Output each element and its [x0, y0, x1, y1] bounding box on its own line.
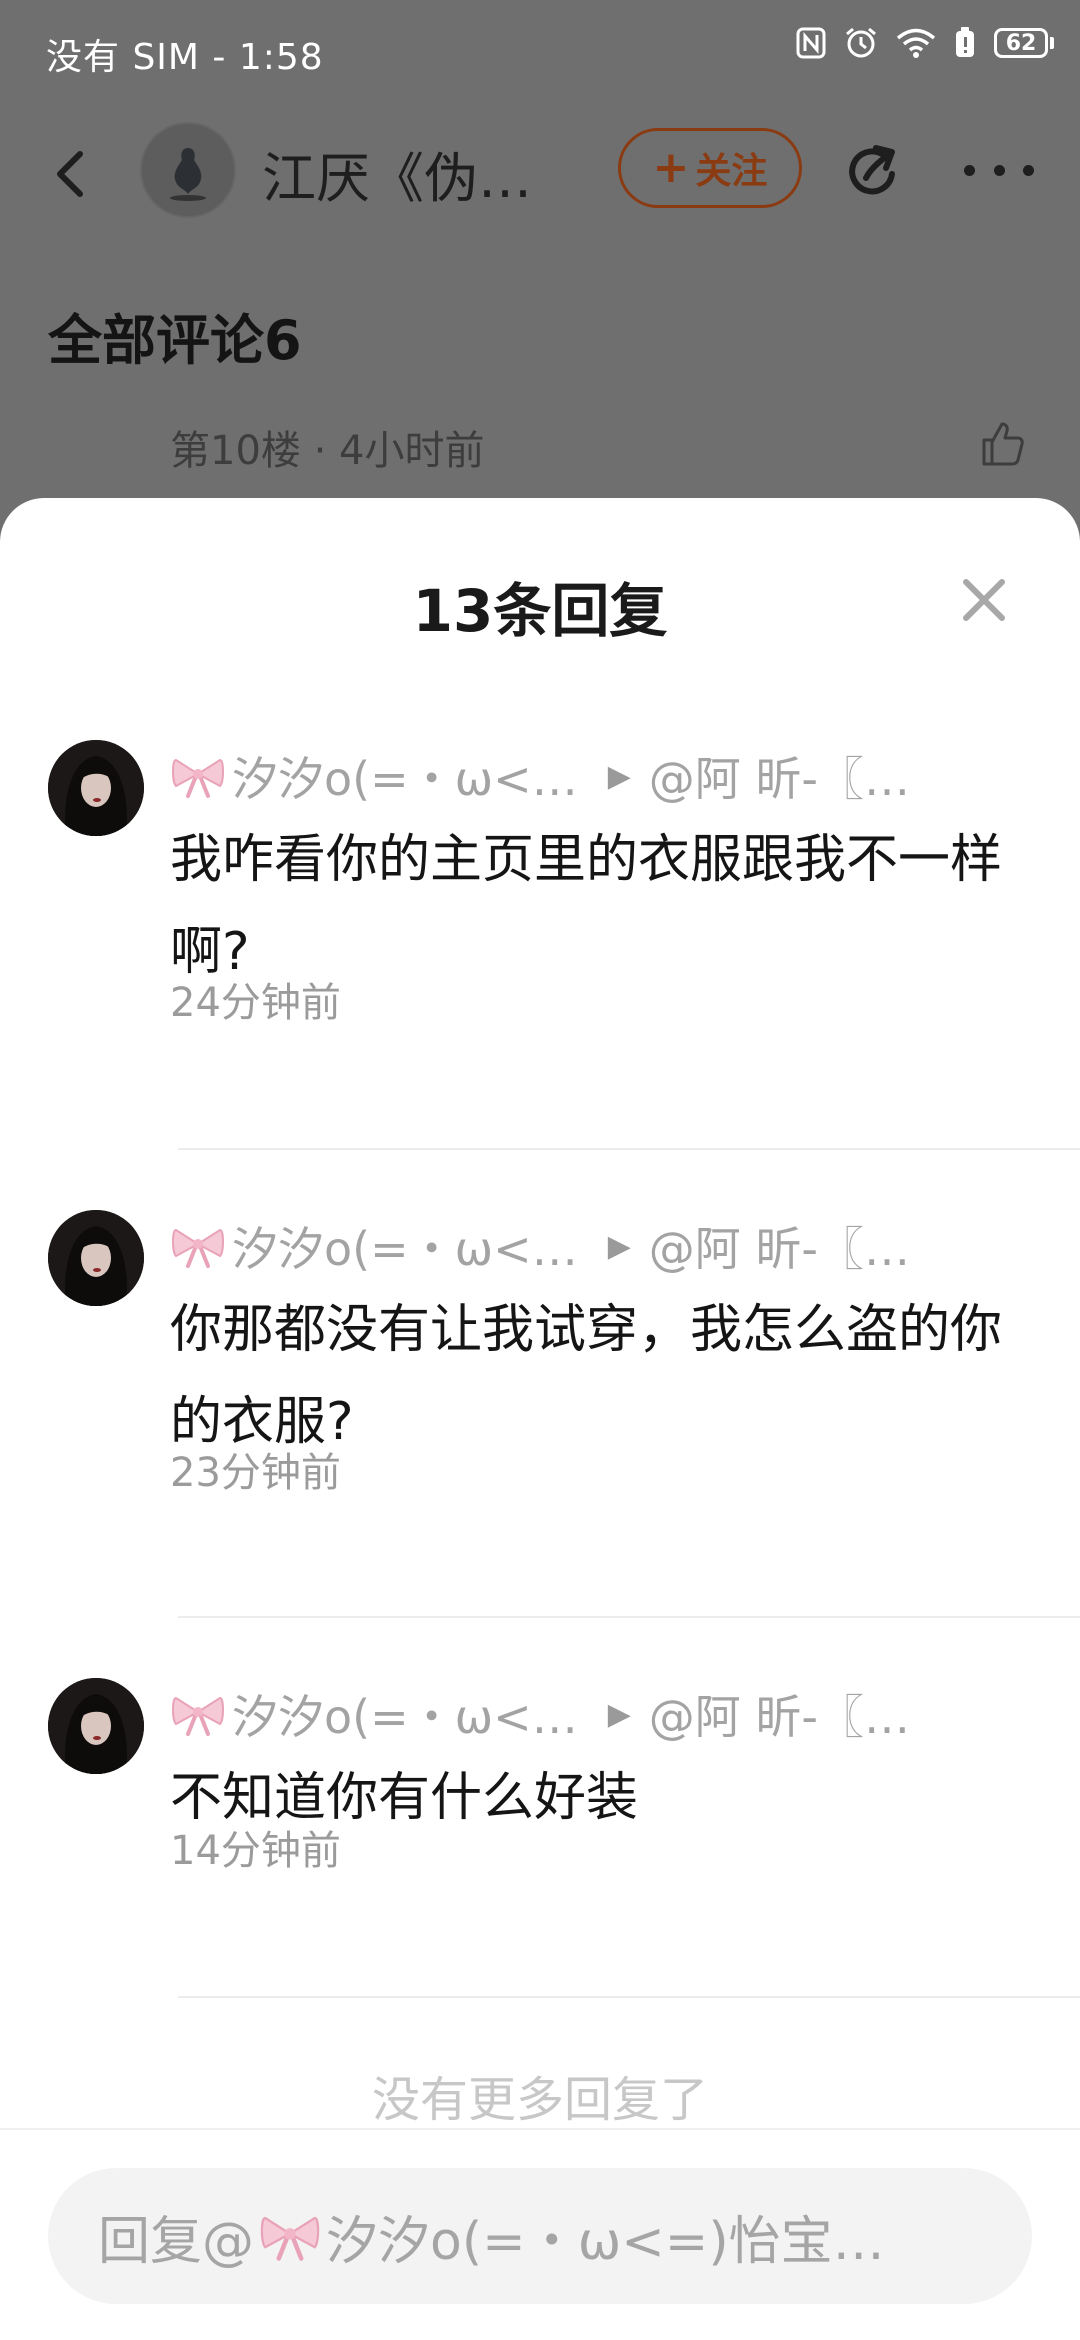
back-arrow-icon[interactable] — [46, 144, 96, 204]
pink-bow-icon — [172, 1696, 224, 1736]
reply-username[interactable]: 汐汐o(=・ω<… — [232, 1681, 578, 1747]
close-icon[interactable] — [958, 574, 1010, 626]
top-bar: 江厌《伪… + 关注 — [0, 110, 1080, 230]
floor-meta: 第10楼 · 4小时前 — [170, 428, 485, 474]
status-text: 没有 SIM - 1:58 — [46, 37, 324, 78]
replies-sheet: 13条回复 汐汐o(=・ω<… ▶ @阿 昕-〖… 我咋看你的主页里的衣服跟我不… — [0, 498, 1080, 2340]
reply-input[interactable]: 回复@ 汐汐o(=・ω<=)怡宝… — [48, 2168, 1032, 2304]
more-options-icon[interactable] — [964, 160, 1034, 180]
author-avatar[interactable] — [140, 122, 236, 218]
plus-icon: + — [652, 142, 690, 193]
pink-bow-icon — [172, 758, 224, 798]
reply-time: 23分钟前 — [170, 1450, 341, 1496]
divider — [0, 2128, 1080, 2130]
comments-section-title: 全部评论6 — [48, 309, 302, 372]
alarm-icon — [846, 27, 876, 58]
avatar[interactable] — [48, 1678, 144, 1774]
reply-username[interactable]: 汐汐o(=・ω<… — [232, 743, 578, 809]
reply-to-arrow-icon: ▶ — [607, 1228, 631, 1264]
reply-target-user[interactable]: @阿 昕-〖… — [649, 1681, 910, 1747]
battery-saver-icon — [956, 27, 974, 57]
reply-to-arrow-icon: ▶ — [607, 758, 631, 794]
divider — [178, 1148, 1080, 1150]
nfc-icon — [796, 27, 826, 59]
reply-header: 汐汐o(=・ω<… ▶ @阿 昕-〖… — [170, 1218, 1030, 1276]
follow-button[interactable]: + 关注 — [618, 128, 802, 208]
reply-target-user[interactable]: @阿 昕-〖… — [649, 1213, 910, 1279]
avatar[interactable] — [48, 740, 144, 836]
sheet-title: 13条回复 — [412, 577, 668, 645]
reply-header: 汐汐o(=・ω<… ▶ @阿 昕-〖… — [170, 748, 1030, 806]
reply-input-placeholder: 汐汐o(=・ω<=)怡宝… — [326, 2211, 885, 2272]
divider — [178, 1996, 1080, 1998]
status-icons: 62 — [796, 26, 1054, 60]
divider — [178, 1616, 1080, 1618]
pink-bow-icon — [260, 2216, 320, 2261]
reply-target-user[interactable]: @阿 昕-〖… — [649, 743, 910, 809]
author-name[interactable]: 江厌《伪… — [262, 134, 532, 213]
battery-icon: 62 — [994, 28, 1054, 58]
follow-label: 关注 — [695, 151, 768, 192]
reply-header: 汐汐o(=・ω<… ▶ @阿 昕-〖… — [170, 1686, 1030, 1744]
battery-level: 62 — [994, 28, 1048, 58]
no-more-replies-label: 没有更多回复了 — [371, 2072, 708, 2128]
share-icon[interactable] — [842, 140, 906, 204]
reply-time: 14分钟前 — [170, 1828, 341, 1874]
reply-to-arrow-icon: ▶ — [607, 1696, 631, 1732]
background-page: 没有 SIM - 1:58 62 江厌《伪… + 关注 全部评论6 第10楼 ·… — [0, 0, 1080, 560]
pink-bow-icon — [172, 1228, 224, 1268]
thumbs-up-icon[interactable] — [978, 420, 1026, 468]
wifi-icon — [896, 28, 936, 58]
avatar[interactable] — [48, 1210, 144, 1306]
reply-time: 24分钟前 — [170, 980, 341, 1026]
reply-input-prefix: 回复@ — [98, 2211, 255, 2272]
status-bar: 没有 SIM - 1:58 62 — [0, 0, 1080, 100]
reply-username[interactable]: 汐汐o(=・ω<… — [232, 1213, 578, 1279]
